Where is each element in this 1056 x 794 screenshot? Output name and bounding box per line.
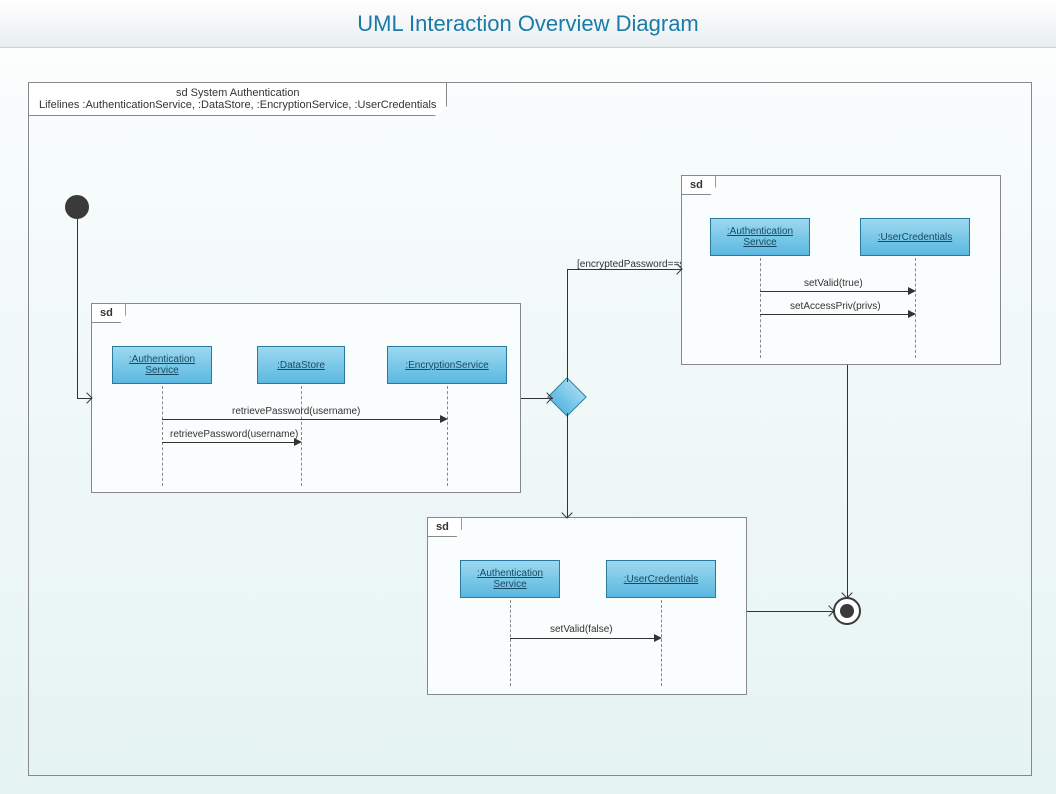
arrow-head-1-1 bbox=[440, 415, 448, 423]
sd-label-1: sd bbox=[91, 303, 126, 323]
msg-1-1: retrievePassword(username) bbox=[232, 406, 360, 417]
diagram-title: UML Interaction Overview Diagram bbox=[357, 11, 699, 37]
lifeline-encryption: :EncryptionService bbox=[387, 346, 507, 384]
flow-dec-sd3-v bbox=[567, 413, 568, 517]
arrow-2-1 bbox=[760, 291, 908, 292]
sd-frame-2: sd :Authentication Service :UserCredenti… bbox=[681, 175, 1001, 365]
dash-2b bbox=[915, 258, 916, 358]
flow-dec-sd2-v bbox=[567, 269, 568, 382]
lifeline-auth-service-3: :Authentication Service bbox=[460, 560, 560, 598]
main-activity-frame: sd System Authentication Lifelines :Auth… bbox=[28, 82, 1032, 776]
decision-node bbox=[547, 377, 587, 417]
arrow-head-3-1 bbox=[654, 634, 662, 642]
initial-node bbox=[65, 195, 89, 219]
msg-2-2: setAccessPriv(privs) bbox=[790, 301, 881, 312]
sd-label-3: sd bbox=[427, 517, 462, 537]
sd-label-2: sd bbox=[681, 175, 716, 195]
dash-1c bbox=[447, 386, 448, 486]
msg-1-2: retrievePassword(username) bbox=[170, 429, 298, 440]
arrow-2-2 bbox=[760, 314, 908, 315]
lifeline-datastore: :DataStore bbox=[257, 346, 345, 384]
arrow-1-2 bbox=[162, 442, 294, 443]
lifeline-auth-service-2: :Authentication Service bbox=[710, 218, 810, 256]
arrow-1-1 bbox=[162, 419, 440, 420]
flow-dec-sd2-h bbox=[567, 269, 681, 270]
lifeline-user-cred-2: :UserCredentials bbox=[860, 218, 970, 256]
flow-init-v bbox=[77, 219, 78, 399]
dash-1a bbox=[162, 386, 163, 486]
dash-3a bbox=[510, 600, 511, 686]
sd-frame-3: sd :Authentication Service :UserCredenti… bbox=[427, 517, 747, 695]
frame-header: sd System Authentication Lifelines :Auth… bbox=[28, 82, 447, 116]
msg-3-1: setValid(false) bbox=[550, 624, 613, 635]
lifeline-user-cred-3: :UserCredentials bbox=[606, 560, 716, 598]
lifeline-auth-service-1: :Authentication Service bbox=[112, 346, 212, 384]
flow-sd2-final-v bbox=[847, 365, 848, 597]
dash-3b bbox=[661, 600, 662, 686]
arrow-3-1 bbox=[510, 638, 654, 639]
final-node-inner bbox=[840, 604, 854, 618]
frame-name: sd System Authentication bbox=[39, 87, 436, 99]
frame-lifelines: Lifelines :AuthenticationService, :DataS… bbox=[39, 99, 436, 111]
msg-2-1: setValid(true) bbox=[804, 278, 863, 289]
arrow-head-2-2 bbox=[908, 310, 916, 318]
title-bar: UML Interaction Overview Diagram bbox=[0, 0, 1056, 48]
arrow-head-2-1 bbox=[908, 287, 916, 295]
sd-frame-1: sd :Authentication Service :DataStore :E… bbox=[91, 303, 521, 493]
final-node bbox=[833, 597, 861, 625]
dash-2a bbox=[760, 258, 761, 358]
dash-1b bbox=[301, 386, 302, 486]
flow-sd3-final-h bbox=[747, 611, 833, 612]
